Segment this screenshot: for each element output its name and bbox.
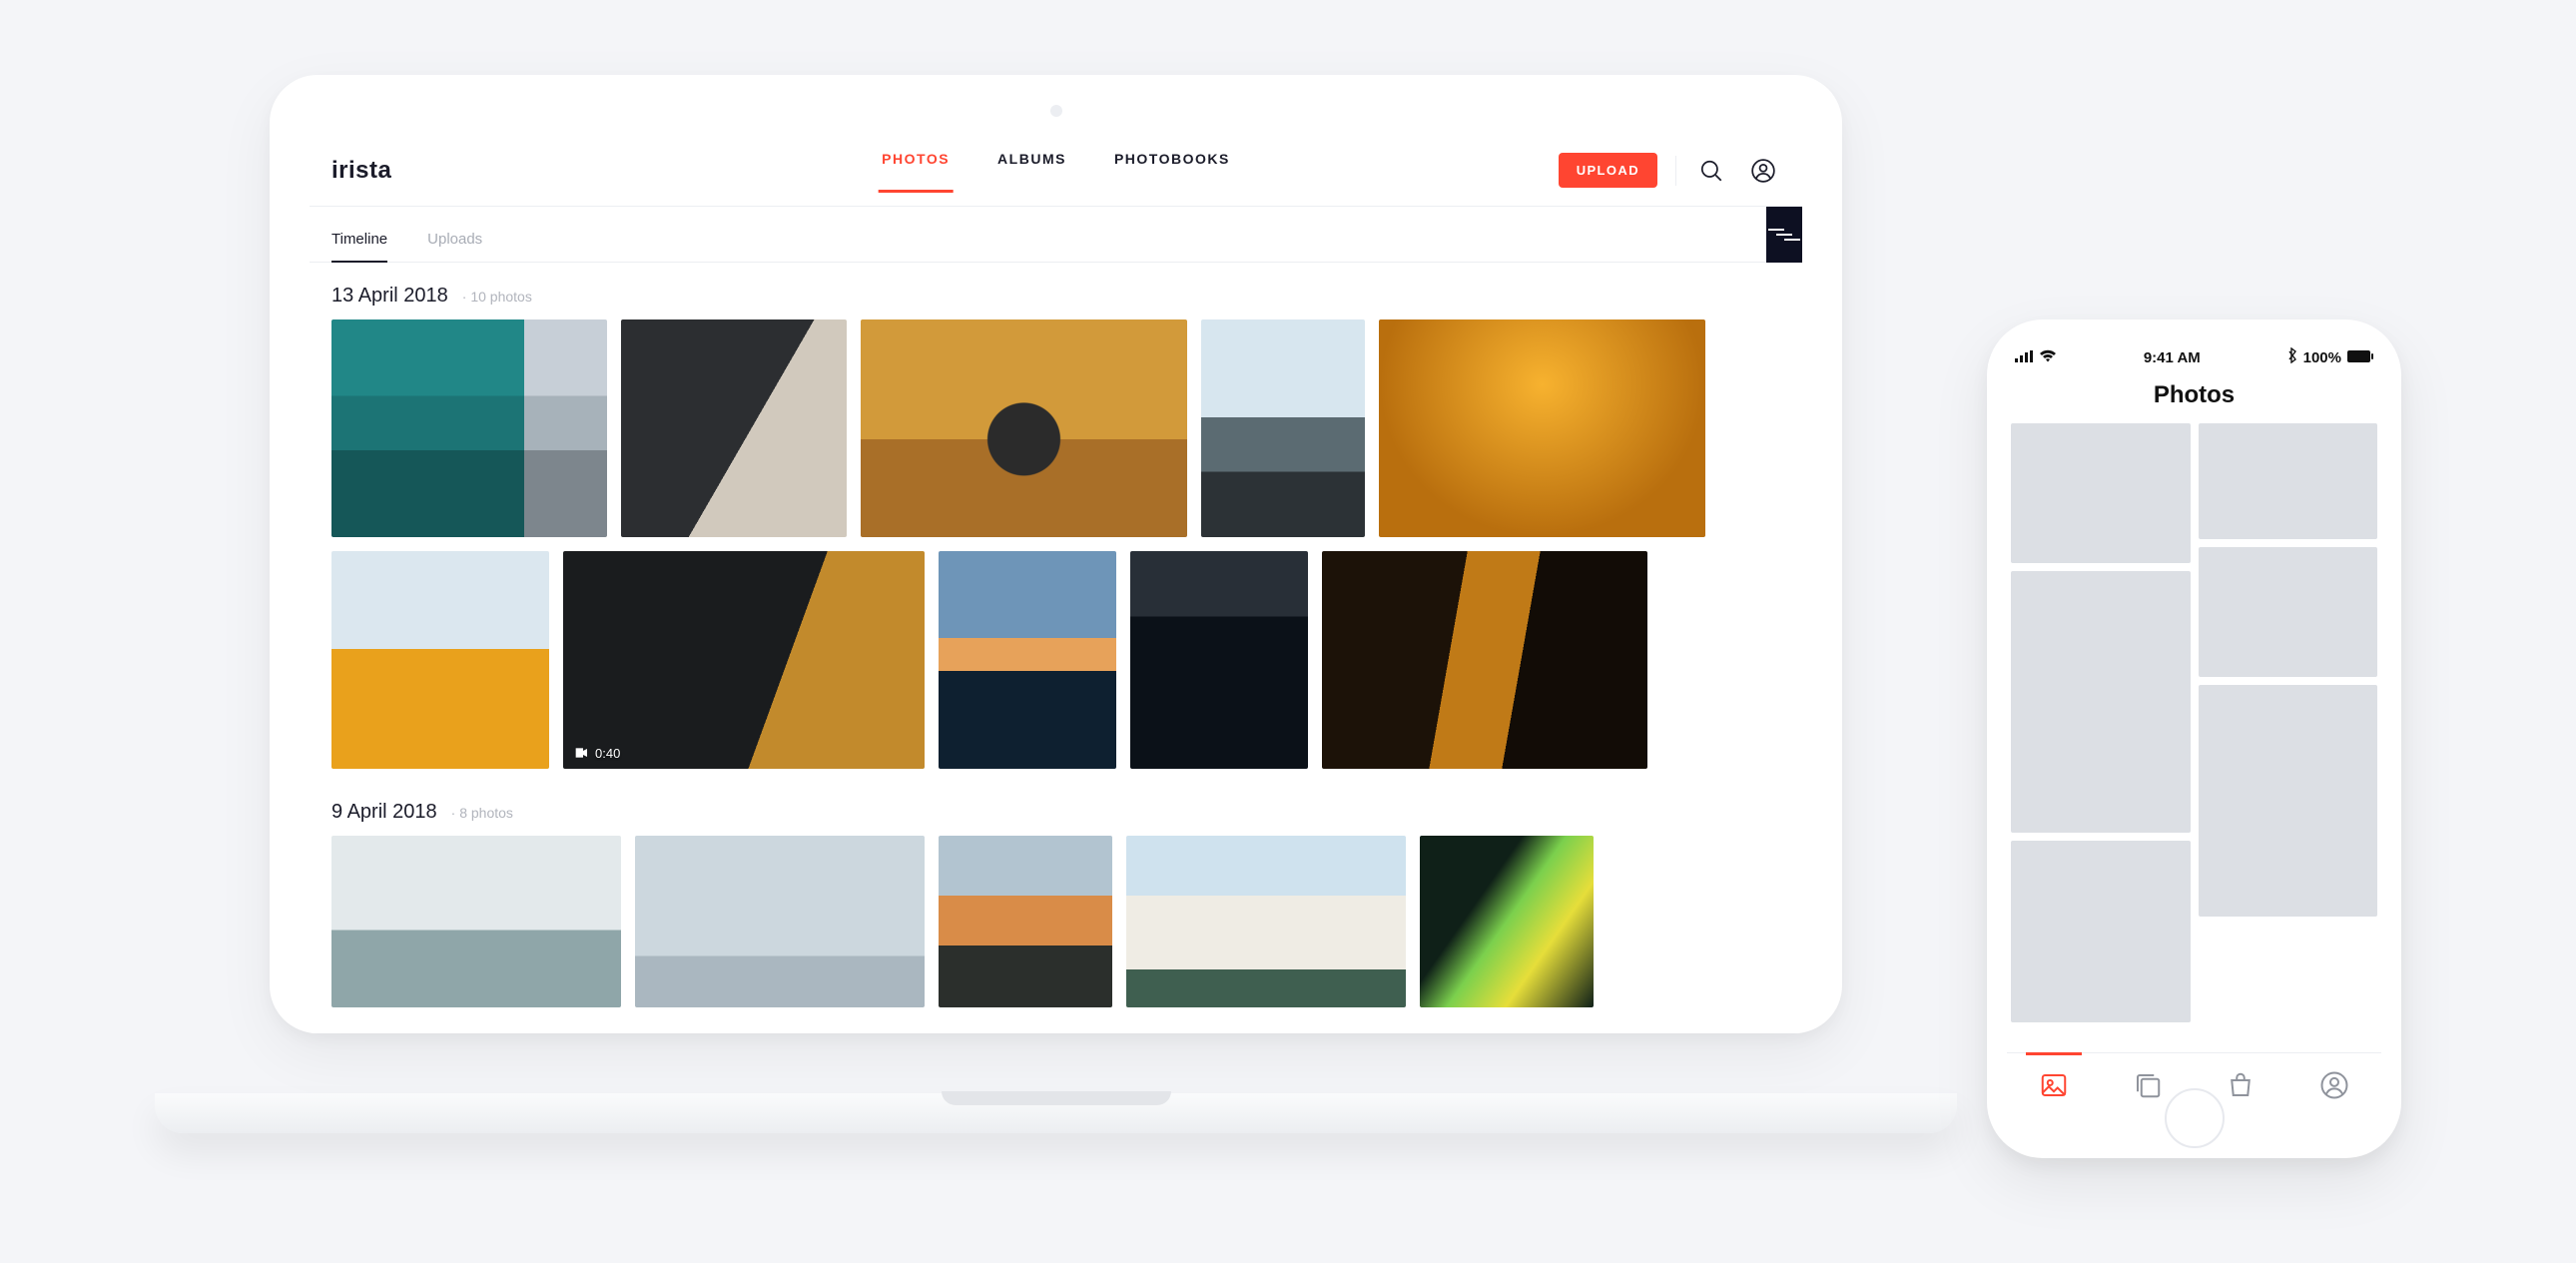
- page-title: Photos: [2007, 375, 2381, 423]
- photo-timeline: 13 April 2018 10 photos 0:40 9 April 201…: [310, 263, 1802, 1033]
- nav-photobooks[interactable]: PHOTOBOOKS: [1114, 151, 1230, 191]
- group-count: 8 photos: [451, 805, 513, 821]
- photo-thumb-town[interactable]: [1126, 836, 1406, 1007]
- photo-thumb-sunset[interactable]: [939, 551, 1116, 769]
- status-time: 9:41 AM: [2144, 349, 2201, 366]
- photo-thumb-car-video[interactable]: 0:40: [563, 551, 925, 769]
- thumb-group: 0:40: [331, 319, 1780, 769]
- wifi-icon: [2039, 349, 2057, 366]
- photo-thumb-mtn-night[interactable]: [1130, 551, 1308, 769]
- photo-thumb-aurora[interactable]: [1420, 836, 1594, 1007]
- group-date: 9 April 2018: [331, 801, 437, 824]
- photo-thumb-coast[interactable]: [2199, 547, 2378, 677]
- video-badge: 0:40: [573, 745, 620, 761]
- search-icon[interactable]: [1694, 154, 1728, 188]
- brand-logo: irista: [331, 157, 391, 185]
- tab-photos-icon[interactable]: [2034, 1065, 2074, 1105]
- signal-icon: [2015, 349, 2033, 366]
- photo-thumb-forest[interactable]: [1322, 551, 1647, 769]
- date-group-header: 13 April 2018 10 photos: [331, 285, 1780, 308]
- thumb-group: [331, 836, 1780, 1007]
- status-bar: 9:41 AM 100%: [2007, 339, 2381, 375]
- subtab-uploads[interactable]: Uploads: [427, 231, 482, 262]
- laptop-frame: irista PHOTOS ALBUMS PHOTOBOOKS UPLOAD: [270, 75, 1842, 1133]
- photo-thumb-street[interactable]: [331, 319, 607, 537]
- upload-button[interactable]: UPLOAD: [1559, 153, 1657, 188]
- top-bar: irista PHOTOS ALBUMS PHOTOBOOKS UPLOAD: [310, 135, 1802, 207]
- battery-icon: [2347, 349, 2373, 366]
- photo-thumb-coast[interactable]: [1201, 319, 1365, 537]
- laptop-base: [155, 1093, 1957, 1133]
- photo-thumb-sofa[interactable]: [2199, 423, 2378, 539]
- mobile-app: 9:41 AM 100% Photos: [2007, 339, 2381, 1138]
- date-group-header: 9 April 2018 8 photos: [331, 801, 1780, 824]
- photo-thumb-lighthouse[interactable]: [939, 836, 1112, 1007]
- nav-photos[interactable]: PHOTOS: [882, 151, 950, 191]
- tab-albums-icon[interactable]: [2128, 1065, 2168, 1105]
- photo-thumb-sofa[interactable]: [621, 319, 847, 537]
- nav-albums[interactable]: ALBUMS: [997, 151, 1066, 191]
- bluetooth-icon: [2287, 347, 2297, 367]
- sub-tab-bar: Timeline Uploads: [310, 207, 1802, 263]
- hamburger-menu-icon[interactable]: [1766, 207, 1802, 263]
- phone-frame: 9:41 AM 100% Photos: [1987, 319, 2401, 1158]
- subtab-timeline[interactable]: Timeline: [331, 231, 387, 262]
- photo-thumb-ice[interactable]: [331, 836, 621, 1007]
- tab-account-icon[interactable]: [2314, 1065, 2354, 1105]
- photo-thumb-honey[interactable]: [1379, 319, 1705, 537]
- photo-thumb-snow-girl[interactable]: [2199, 685, 2378, 917]
- main-nav: PHOTOS ALBUMS PHOTOBOOKS: [882, 151, 1230, 191]
- photo-thumb-street[interactable]: [2011, 423, 2191, 563]
- laptop-camera: [1050, 105, 1062, 117]
- tab-shop-icon[interactable]: [2221, 1065, 2260, 1105]
- separator: [1675, 156, 1676, 186]
- photo-thumb-snow-girl[interactable]: [331, 551, 549, 769]
- photo-thumb-autumn[interactable]: [861, 319, 1187, 537]
- account-icon[interactable]: [1746, 154, 1780, 188]
- photo-thumb-birds[interactable]: [635, 836, 925, 1007]
- photo-thumb-autumn[interactable]: [2011, 571, 2191, 833]
- photo-grid: [2007, 423, 2381, 1022]
- desktop-app: irista PHOTOS ALBUMS PHOTOBOOKS UPLOAD: [310, 135, 1802, 1033]
- home-button[interactable]: [2165, 1088, 2225, 1148]
- photo-thumb-honey[interactable]: [2011, 841, 2191, 1022]
- battery-percent: 100%: [2303, 349, 2341, 366]
- group-count: 10 photos: [462, 289, 532, 305]
- group-date: 13 April 2018: [331, 285, 448, 308]
